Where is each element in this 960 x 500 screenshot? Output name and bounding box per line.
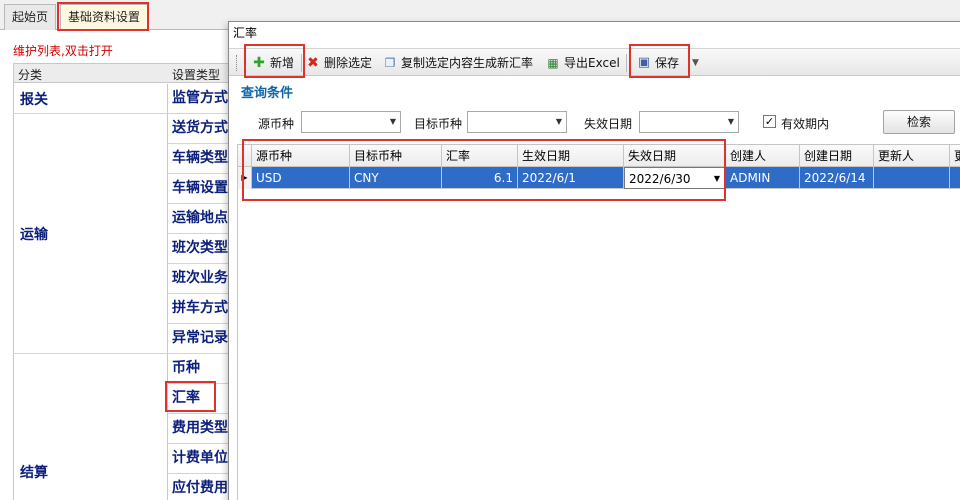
cell-creator[interactable]: ADMIN <box>726 167 800 189</box>
plus-icon: ✚ <box>253 55 265 71</box>
tab-home[interactable]: 起始页 <box>4 4 57 30</box>
label-source-currency: 源币种 <box>258 117 295 131</box>
chevron-down-icon: ▼ <box>555 117 562 126</box>
export-excel-button[interactable]: ▦ 导出Excel <box>545 53 619 73</box>
delete-x-icon: ✖ <box>307 55 319 71</box>
settings-list-header: 分类 设置类型 <box>14 63 244 83</box>
toolbar: ✚ 新增 ✖ 删除选定 ❐ 复制选定内容生成新汇率 ▦ 导出Excel ▣ 保存… <box>229 48 960 76</box>
chevron-down-icon: ▼ <box>389 117 396 126</box>
header-category: 分类 <box>18 68 43 82</box>
cell-expire-date-editor[interactable]: 2022/6/30 ▼ <box>624 167 726 189</box>
search-button[interactable]: 检索 <box>883 110 955 134</box>
category-customs[interactable]: 报关 <box>14 84 168 114</box>
exchange-rate-dialog: 汇率 ✚ 新增 ✖ 删除选定 ❐ 复制选定内容生成新汇率 ▦ 导出Excel ▣… <box>228 21 960 500</box>
tab-basic-settings[interactable]: 基础资料设置 <box>60 4 149 30</box>
copy-icon: ❐ <box>384 56 396 70</box>
source-currency-select[interactable]: ▼ <box>301 111 401 133</box>
col-updater[interactable]: 更新人 <box>874 145 950 167</box>
floppy-save-icon: ▣ <box>637 55 651 70</box>
save-button[interactable]: ▣ 保存 <box>636 53 679 73</box>
expire-date-picker[interactable]: ▼ <box>639 111 739 133</box>
delete-selected-button[interactable]: ✖ 删除选定 <box>305 53 372 73</box>
category-settlement[interactable]: 结算 <box>14 354 168 500</box>
cell-update-date[interactable] <box>950 167 960 189</box>
dialog-title: 汇率 <box>229 22 960 44</box>
expire-date-value: 2022/6/30 <box>629 172 691 186</box>
cell-create-date[interactable]: 2022/6/14 <box>800 167 874 189</box>
cell-rate[interactable]: 6.1 <box>442 167 518 189</box>
target-currency-select[interactable]: ▼ <box>467 111 567 133</box>
cell-updater[interactable] <box>874 167 950 189</box>
cell-effective-date[interactable]: 2022/6/1 <box>518 167 624 189</box>
col-expire-date[interactable]: 失效日期 <box>624 145 726 167</box>
toolbar-grip[interactable] <box>236 55 239 71</box>
grid-header-corner <box>238 145 252 167</box>
label-valid-only: 有效期内 <box>781 117 830 131</box>
add-button[interactable]: ✚ 新增 <box>251 53 294 73</box>
chevron-down-icon: ▼ <box>727 117 734 126</box>
table-row[interactable]: ▶ USD CNY 6.1 2022/6/1 2022/6/30 ▼ ADMIN… <box>238 167 960 189</box>
valid-only-checkbox[interactable]: ✓ <box>763 115 776 128</box>
row-pointer-icon: ▶ <box>238 167 252 189</box>
grid-header-row: 源币种 目标币种 汇率 生效日期 失效日期 创建人 创建日期 更新人 更 <box>238 145 960 167</box>
exchange-rate-grid: 源币种 目标币种 汇率 生效日期 失效日期 创建人 创建日期 更新人 更 ▶ U… <box>237 144 960 500</box>
settings-list: 分类 设置类型 报关 运输 结算 监管方式 送货方式 车辆类型 车辆设置 运输地… <box>13 63 244 500</box>
col-update-date[interactable]: 更 <box>950 145 960 167</box>
col-rate[interactable]: 汇率 <box>442 145 518 167</box>
col-source-currency[interactable]: 源币种 <box>252 145 350 167</box>
header-setting-type: 设置类型 <box>172 68 221 82</box>
col-creator[interactable]: 创建人 <box>726 145 800 167</box>
excel-icon: ▦ <box>547 56 559 70</box>
cell-source-currency[interactable]: USD <box>252 167 350 189</box>
query-section-title: 查询条件 <box>241 86 294 101</box>
label-target-currency: 目标币种 <box>414 117 463 131</box>
col-create-date[interactable]: 创建日期 <box>800 145 874 167</box>
label-expire-date: 失效日期 <box>584 117 633 131</box>
toolbar-overflow-chevron-icon[interactable]: ▼ <box>688 52 702 74</box>
chevron-down-icon: ▼ <box>713 174 720 183</box>
cell-target-currency[interactable]: CNY <box>350 167 442 189</box>
category-transport[interactable]: 运输 <box>14 114 168 354</box>
col-target-currency[interactable]: 目标币种 <box>350 145 442 167</box>
hint-text: 维护列表,双击打开 <box>13 44 113 58</box>
copy-new-rate-button[interactable]: ❐ 复制选定内容生成新汇率 <box>382 53 533 73</box>
col-effective-date[interactable]: 生效日期 <box>518 145 624 167</box>
